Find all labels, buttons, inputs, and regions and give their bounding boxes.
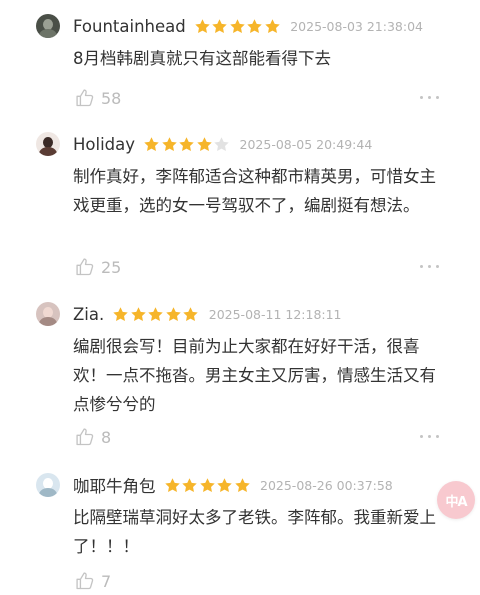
- star-filled-icon: [247, 18, 262, 33]
- star-filled-icon: [217, 477, 232, 492]
- review-header: Zia. 2025-08-11 12:18:11: [73, 302, 342, 326]
- translate-icon: 中A: [445, 494, 467, 510]
- star-filled-icon: [199, 477, 215, 492]
- dot-icon: [428, 435, 431, 438]
- review-date: 2025-08-26 00:37:58: [260, 477, 393, 493]
- review-actions: 25: [75, 257, 445, 279]
- dot-icon: [420, 435, 423, 438]
- more-options-button[interactable]: [415, 435, 439, 438]
- thumbs-up-icon: [76, 428, 94, 446]
- star-filled-icon: [182, 477, 197, 492]
- review-actions: 8: [75, 427, 445, 449]
- star-rating: [112, 306, 200, 323]
- star-filled-icon: [113, 306, 128, 321]
- avatar[interactable]: [36, 302, 60, 326]
- username[interactable]: Holiday: [73, 135, 135, 154]
- avatar[interactable]: [36, 473, 60, 497]
- review-header: Holiday 2025-08-05 20:49:44: [73, 132, 372, 156]
- review-content: 制作真好，李阵郁适合这种都市精英男，可惜女主戏更重，选的女一号驾驭不了，编剧挺有…: [73, 167, 436, 215]
- review-header: 咖耶牛角包 2025-08-26 00:37:58: [73, 473, 393, 497]
- more-options-button[interactable]: [415, 96, 439, 99]
- username[interactable]: Zia.: [73, 305, 104, 324]
- dot-icon: [436, 435, 439, 438]
- star-filled-icon: [144, 136, 159, 151]
- thumbs-up-icon: [76, 572, 94, 590]
- like-count: 8: [101, 427, 112, 447]
- review-actions: 58: [75, 88, 445, 110]
- review-date: 2025-08-11 12:18:11: [208, 306, 342, 322]
- avatar[interactable]: [36, 14, 60, 38]
- review-date: 2025-08-03 21:38:04: [290, 18, 423, 34]
- star-filled-icon: [230, 18, 245, 33]
- star-filled-icon: [212, 18, 227, 33]
- review-date: 2025-08-05 20:49:44: [239, 136, 373, 152]
- star-rating: [194, 18, 282, 35]
- star-rating: [143, 136, 231, 153]
- star-filled-icon: [131, 306, 146, 321]
- star-filled-icon: [148, 306, 163, 321]
- like-button[interactable]: 25: [75, 257, 121, 277]
- star-empty-icon: [214, 136, 229, 151]
- username[interactable]: 咖耶牛角包: [73, 473, 156, 497]
- star-filled-icon: [164, 477, 180, 492]
- like-button[interactable]: 7: [75, 571, 111, 591]
- like-button[interactable]: 58: [75, 88, 121, 108]
- dot-icon: [420, 265, 423, 268]
- username[interactable]: Fountainhead: [73, 17, 186, 36]
- review-actions: 7: [75, 571, 445, 593]
- review-content: 8月档韩剧真就只有这部能看得下去: [73, 49, 331, 68]
- star-filled-icon: [166, 306, 181, 321]
- like-button[interactable]: 8: [75, 427, 111, 447]
- like-count: 58: [101, 88, 122, 108]
- like-count: 25: [101, 257, 122, 277]
- avatar[interactable]: [36, 132, 60, 156]
- dot-icon: [436, 265, 439, 268]
- review-content: 比隔壁瑞草洞好太多了老铁。李阵郁。我重新爱上了！！！: [73, 508, 436, 556]
- star-rating: [164, 477, 252, 494]
- review-content: 编剧很会写！目前为止大家都在好好干活，很喜欢！一点不拖沓。男主女主又厉害，情感生…: [73, 337, 436, 414]
- thumbs-up-icon: [76, 258, 94, 276]
- dot-icon: [428, 265, 431, 268]
- dot-icon: [420, 96, 423, 99]
- like-count: 7: [101, 571, 112, 591]
- dot-icon: [436, 96, 439, 99]
- translate-button[interactable]: 中A: [437, 481, 475, 519]
- star-filled-icon: [195, 18, 210, 33]
- star-filled-icon: [161, 136, 177, 151]
- thumbs-up-icon: [76, 89, 94, 107]
- star-filled-icon: [179, 136, 194, 151]
- star-filled-icon: [196, 136, 212, 151]
- review-header: Fountainhead 2025-08-03 21:38:04: [73, 14, 423, 38]
- star-filled-icon: [234, 477, 250, 492]
- more-options-button[interactable]: [415, 265, 439, 268]
- dot-icon: [428, 96, 431, 99]
- star-filled-icon: [183, 306, 198, 321]
- star-filled-icon: [265, 18, 280, 33]
